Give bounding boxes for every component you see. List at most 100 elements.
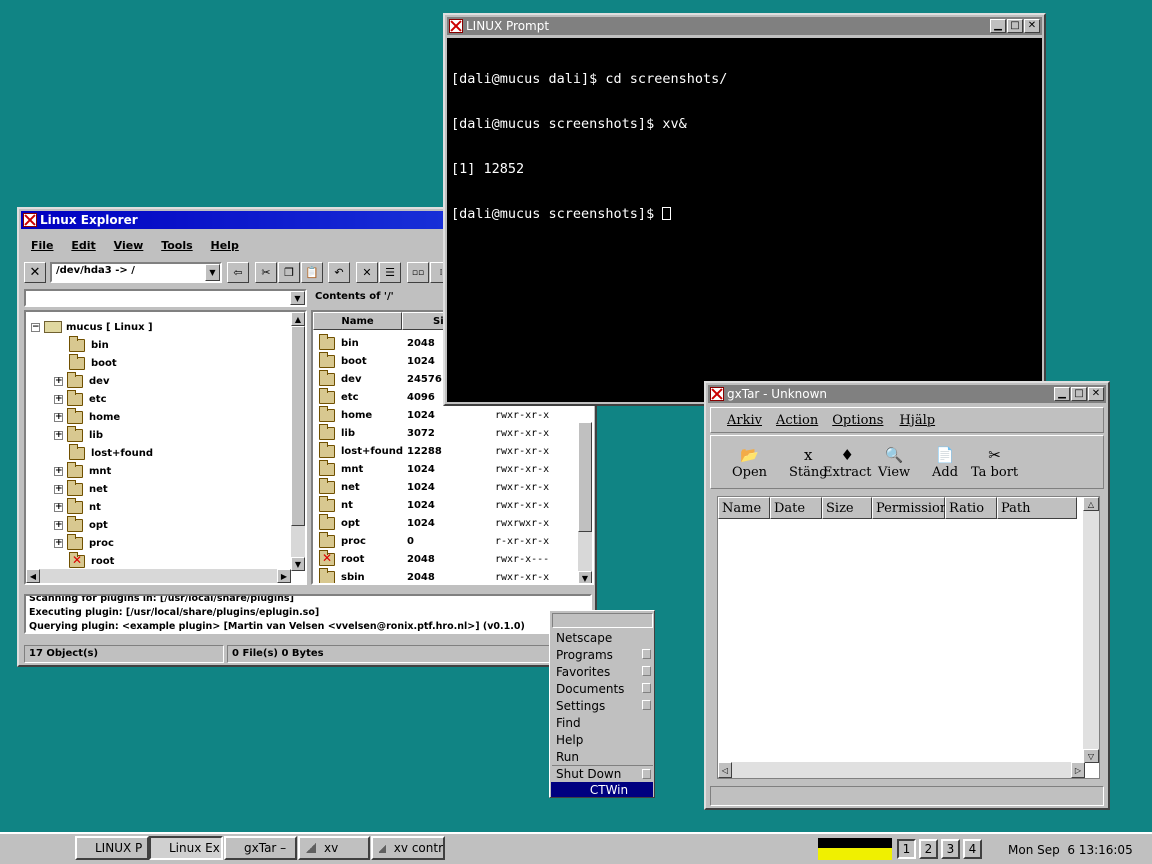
- file-row[interactable]: ✕ root 2048 rwxr-x---: [319, 549, 589, 568]
- column-name[interactable]: Name: [718, 497, 770, 519]
- menu-options[interactable]: Options: [832, 413, 883, 428]
- tree-item-lostfound[interactable]: lost+found: [54, 443, 153, 462]
- menu-arkiv[interactable]: Arkiv: [727, 413, 762, 428]
- terminal-titlebar[interactable]: LINUX Prompt ▁ □ ✕: [447, 17, 1042, 35]
- menu-edit[interactable]: Edit: [71, 239, 95, 252]
- column-ratio[interactable]: Ratio: [945, 497, 997, 519]
- scroll-up-icon[interactable]: ▲: [291, 312, 305, 326]
- tree-combo[interactable]: ▼: [24, 289, 307, 307]
- column-date[interactable]: Date: [770, 497, 822, 519]
- archive-list[interactable]: Name Date Size Permissions Ratio Path △ ▽ ◁ ▷: [717, 496, 1100, 779]
- taskbar-button[interactable]: LINUX P: [75, 836, 149, 860]
- expand-icon[interactable]: +: [54, 520, 63, 530]
- file-row[interactable]: lib 3072 rwxr-xr-x: [319, 423, 589, 442]
- tree-hscrollbar[interactable]: ◀ ▶: [26, 569, 291, 583]
- back-button[interactable]: ⇦: [227, 262, 249, 283]
- path-combo[interactable]: /dev/hda3 -> / ▼: [50, 262, 222, 283]
- scroll-left-icon[interactable]: ◀: [26, 569, 40, 583]
- file-row[interactable]: sbin 2048 rwxr-xr-x: [319, 567, 589, 583]
- maximize-button[interactable]: □: [1007, 19, 1023, 33]
- minimize-button[interactable]: ▁: [1054, 387, 1070, 401]
- archive-hscroll[interactable]: ◁ ▷: [718, 762, 1085, 778]
- scroll-left-icon[interactable]: ◁: [718, 762, 732, 778]
- menu-tools[interactable]: Tools: [161, 239, 192, 252]
- scroll-down-icon[interactable]: ▽: [1083, 749, 1099, 763]
- taskbar-button[interactable]: gxTar –: [224, 836, 297, 860]
- tool-scissors-button[interactable]: ✂ Ta bort: [971, 445, 1018, 480]
- expand-icon[interactable]: +: [54, 412, 63, 422]
- list-scroll-thumb[interactable]: [578, 422, 592, 532]
- taskbar-button[interactable]: Linux Ex: [149, 836, 223, 860]
- workspace-1-button[interactable]: 1: [897, 839, 916, 859]
- tree-item-net[interactable]: + net: [54, 479, 108, 498]
- tree-item-lib[interactable]: + lib: [54, 425, 103, 444]
- start-item-shut-down[interactable]: Shut Down: [552, 765, 653, 782]
- copy-button[interactable]: ❐: [278, 262, 300, 283]
- start-banner[interactable]: CTWin: [551, 782, 653, 797]
- start-item-settings[interactable]: Settings: [552, 697, 653, 714]
- close-button[interactable]: ✕: [1024, 19, 1040, 33]
- folder-tree[interactable]: − mucus [ Linux ] bin boot + dev + etc + home + l…: [24, 310, 307, 585]
- x-logo-icon[interactable]: [710, 387, 724, 401]
- tree-item-bin[interactable]: bin: [54, 335, 109, 354]
- column-permissions[interactable]: Permissions: [872, 497, 955, 519]
- start-item-programs[interactable]: Programs: [552, 646, 653, 663]
- column-name[interactable]: Name: [313, 312, 402, 330]
- scroll-right-icon[interactable]: ▷: [1071, 762, 1085, 778]
- tree-item-etc[interactable]: + etc: [54, 389, 107, 408]
- taskbar-button[interactable]: xv: [298, 836, 370, 860]
- menu-file[interactable]: File: [31, 239, 54, 252]
- start-item-favorites[interactable]: Favorites: [552, 663, 653, 680]
- menu-help[interactable]: Help: [211, 239, 239, 252]
- tree-item-mnt[interactable]: + mnt: [54, 461, 111, 480]
- view-icons-button[interactable]: ▫▫: [407, 262, 429, 283]
- tree-item-proc[interactable]: + proc: [54, 533, 114, 552]
- tool-open-button[interactable]: 📂 Open: [732, 445, 767, 480]
- tool-add-button[interactable]: 📄 Add: [932, 445, 958, 480]
- paste-button[interactable]: 📋: [301, 262, 323, 283]
- file-row[interactable]: net 1024 rwxr-xr-x: [319, 477, 589, 496]
- tree-item-root[interactable]: ✕ root: [54, 551, 114, 570]
- collapse-icon[interactable]: −: [31, 322, 40, 332]
- maximize-button[interactable]: □: [1071, 387, 1087, 401]
- tree-root[interactable]: − mucus [ Linux ]: [31, 318, 153, 336]
- tree-combo-arrow-icon[interactable]: ▼: [290, 291, 305, 305]
- tool-close-button[interactable]: x Stäng: [789, 445, 828, 480]
- archive-vscroll[interactable]: △ ▽: [1083, 497, 1099, 763]
- scroll-up-icon[interactable]: △: [1083, 497, 1099, 511]
- properties-button[interactable]: ☰: [379, 262, 401, 283]
- file-row[interactable]: nt 1024 rwxr-xr-x: [319, 495, 589, 514]
- list-scroll-down-icon[interactable]: ▼: [578, 571, 592, 583]
- combo-arrow-icon[interactable]: ▼: [205, 264, 220, 281]
- close-button[interactable]: ✕: [1088, 387, 1104, 401]
- scroll-down-icon[interactable]: ▼: [291, 557, 305, 571]
- start-item-find[interactable]: Find: [552, 714, 653, 731]
- disconnect-button[interactable]: ✕: [24, 262, 46, 283]
- expand-icon[interactable]: +: [54, 376, 63, 386]
- file-row[interactable]: mnt 1024 rwxr-xr-x: [319, 459, 589, 478]
- x-logo-icon[interactable]: [23, 213, 37, 227]
- workspace-2-button[interactable]: 2: [919, 839, 938, 859]
- scroll-thumb[interactable]: [291, 326, 305, 526]
- scroll-right-icon[interactable]: ▶: [277, 569, 291, 583]
- start-item-netscape[interactable]: Netscape: [552, 629, 653, 646]
- minimize-button[interactable]: ▁: [990, 19, 1006, 33]
- menu-view[interactable]: View: [114, 239, 144, 252]
- expand-icon[interactable]: +: [54, 466, 63, 476]
- cut-button[interactable]: ✂: [255, 262, 277, 283]
- expand-icon[interactable]: +: [54, 484, 63, 494]
- file-row[interactable]: opt 1024 rwxrwxr-x: [319, 513, 589, 532]
- tool-view-button[interactable]: 🔍 View: [878, 445, 910, 480]
- x-logo-icon[interactable]: [449, 19, 463, 33]
- taskbar-button[interactable]: xv contr: [371, 836, 445, 860]
- workspace-4-button[interactable]: 4: [963, 839, 982, 859]
- tree-item-opt[interactable]: + opt: [54, 515, 108, 534]
- file-row[interactable]: home 1024 rwxr-xr-x: [319, 405, 589, 424]
- file-row[interactable]: proc 0 r-xr-xr-x: [319, 531, 589, 550]
- tree-scrollbar[interactable]: ▲ ▼: [291, 312, 305, 571]
- expand-icon[interactable]: +: [54, 538, 63, 548]
- expand-icon[interactable]: +: [54, 430, 63, 440]
- expand-icon[interactable]: +: [54, 394, 63, 404]
- tree-item-boot[interactable]: boot: [54, 353, 117, 372]
- undo-button[interactable]: ↶: [328, 262, 350, 283]
